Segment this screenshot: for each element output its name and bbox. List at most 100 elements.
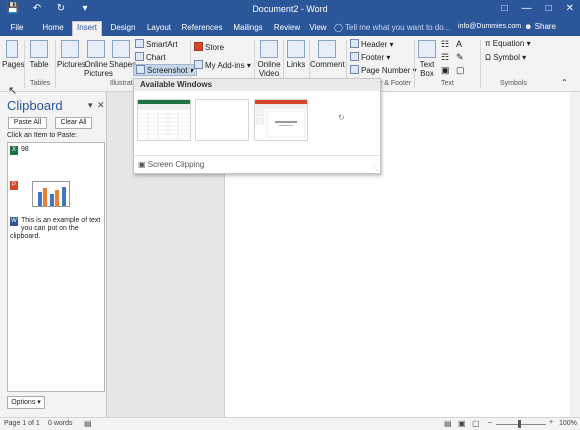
- tab-home[interactable]: Home: [38, 22, 68, 36]
- video-icon: [260, 40, 278, 58]
- store-icon: [194, 42, 203, 51]
- tab-mailings[interactable]: Mailings: [230, 22, 266, 36]
- table-button[interactable]: Table: [27, 40, 51, 69]
- tab-insert[interactable]: Insert: [72, 21, 102, 36]
- tab-references[interactable]: References: [180, 22, 224, 36]
- paste-all-button[interactable]: Paste All: [8, 117, 47, 129]
- zoom-out-icon[interactable]: –: [488, 419, 492, 426]
- drop-cap-icon[interactable]: ☶: [441, 52, 449, 63]
- tab-view[interactable]: View: [306, 22, 330, 36]
- zoom-in-icon[interactable]: +: [549, 419, 553, 426]
- print-layout-icon[interactable]: ▣: [458, 419, 466, 428]
- my-addins-label: My Add-ins: [205, 61, 245, 70]
- zoom-slider-thumb[interactable]: [518, 420, 521, 428]
- web-layout-icon[interactable]: ▢: [472, 419, 480, 428]
- window-thumbnail-excel[interactable]: [137, 99, 191, 141]
- online-video-label-2: Video: [258, 69, 280, 78]
- equation-button[interactable]: π Equation ▾: [485, 39, 531, 48]
- online-video-button[interactable]: Online Video: [256, 40, 282, 78]
- resize-grip-icon[interactable]: ⋱: [372, 165, 378, 172]
- vertical-scrollbar[interactable]: [570, 92, 580, 417]
- tab-review[interactable]: Review: [272, 22, 302, 36]
- screen-clipping-item[interactable]: ▣ Screen Clipping: [138, 160, 204, 169]
- powerpoint-icon: P: [10, 181, 18, 190]
- minimize-icon[interactable]: —: [522, 3, 532, 14]
- chart-button[interactable]: Chart: [135, 52, 166, 62]
- page-count[interactable]: Page 1 of 1: [4, 420, 40, 427]
- screenshot-dropdown: Available Windows ↻ ▣ Screen Clipping ⋱: [133, 78, 381, 174]
- comment-button[interactable]: Comment: [310, 40, 345, 69]
- table-icon: [30, 40, 48, 58]
- tell-me-box[interactable]: ◯ Tell me what you want to do...: [334, 23, 450, 32]
- collapse-ribbon-icon[interactable]: ⌃: [561, 78, 568, 87]
- restore-ribbon-icon[interactable]: □: [502, 3, 508, 14]
- tab-layout[interactable]: Layout: [144, 22, 174, 36]
- read-mode-icon[interactable]: ▤: [444, 419, 452, 428]
- signature-line-icon[interactable]: ✎: [456, 52, 464, 63]
- text-box-icon: [418, 40, 436, 58]
- links-button[interactable]: Links: [285, 40, 307, 69]
- share-button[interactable]: ☻ Share: [524, 22, 556, 31]
- tab-file[interactable]: File: [4, 22, 30, 36]
- clipboard-title: Clipboard: [7, 98, 63, 113]
- pane-options-icon[interactable]: ▾: [88, 100, 93, 111]
- close-icon[interactable]: ✕: [566, 3, 574, 14]
- clipboard-items: X 98 P W This is an example of text you ca…: [7, 142, 105, 392]
- links-label: Links: [286, 60, 306, 69]
- my-addins-button[interactable]: My Add-ins ▾: [194, 60, 251, 70]
- word-count[interactable]: 0 words: [48, 420, 73, 427]
- pages-icon: [6, 40, 18, 58]
- header-button[interactable]: Header ▾: [350, 39, 394, 49]
- wordart-icon[interactable]: A: [456, 39, 462, 49]
- online-pictures-label-2: Pictures: [84, 69, 113, 78]
- clipboard-item[interactable]: X 98: [10, 146, 29, 155]
- clear-all-button[interactable]: Clear All: [55, 117, 92, 129]
- close-pane-icon[interactable]: ✕: [97, 100, 105, 111]
- account-name[interactable]: info@Dummies.com: [458, 23, 521, 30]
- group-separator: [480, 40, 481, 88]
- symbol-button[interactable]: Ω Symbol ▾: [485, 53, 526, 62]
- window-thumbnail-loading[interactable]: ↻: [314, 99, 368, 141]
- group-separator: [55, 40, 56, 88]
- smartart-button[interactable]: SmartArt: [135, 39, 178, 49]
- proofing-icon[interactable]: ▤: [84, 419, 92, 428]
- lightbulb-icon: ◯: [334, 23, 346, 32]
- ribbon-tabs: File Home Insert Design Layout Reference…: [0, 20, 580, 36]
- window-controls: □ — □ ✕: [502, 3, 574, 14]
- shapes-button[interactable]: Shapes: [109, 40, 136, 69]
- object-icon[interactable]: ▢: [456, 65, 465, 76]
- maximize-icon[interactable]: □: [546, 3, 552, 14]
- zoom-level[interactable]: 100%: [559, 420, 577, 427]
- screenshot-button[interactable]: Screenshot ▾: [133, 64, 197, 76]
- link-icon: [287, 40, 305, 58]
- tab-design[interactable]: Design: [106, 22, 140, 36]
- clipboard-item[interactable]: W This is an example of text you can put …: [10, 217, 102, 241]
- pages-button[interactable]: Pages: [2, 40, 25, 69]
- comment-label: Comment: [310, 60, 345, 69]
- footer-button[interactable]: Footer ▾: [350, 52, 390, 62]
- header-footer-group-label: r & Footer: [380, 80, 412, 87]
- clipboard-pane: Clipboard ▾ ✕ Paste All Clear All Click …: [0, 92, 107, 417]
- title-bar: 💾 ↶ ↻ ▾ Document2 - Word □ — □ ✕: [0, 0, 580, 20]
- camera-icon: [136, 65, 145, 74]
- pictures-button[interactable]: Pictures: [57, 40, 86, 69]
- clipboard-item[interactable]: P: [10, 181, 21, 190]
- chart-thumbnail: [32, 181, 70, 207]
- person-icon: ☻: [524, 22, 533, 31]
- page-number-button[interactable]: Page Number ▾: [350, 65, 417, 75]
- dropdown-separator: [134, 155, 380, 156]
- online-pictures-button[interactable]: Online Pictures: [84, 40, 113, 78]
- chart-icon: [135, 52, 144, 61]
- zoom-slider[interactable]: [496, 424, 546, 425]
- share-label: Share: [534, 22, 557, 31]
- window-thumbnail-powerpoint[interactable]: [254, 99, 308, 141]
- online-pictures-icon: [87, 40, 105, 58]
- text-box-button[interactable]: Text Box: [416, 40, 438, 78]
- chevron-down-icon: ▾: [37, 399, 41, 406]
- options-button[interactable]: Options ▾: [7, 396, 45, 409]
- date-time-icon[interactable]: ▣: [441, 65, 450, 76]
- quick-parts-icon[interactable]: ☷: [441, 39, 449, 50]
- store-button[interactable]: Store: [194, 42, 224, 52]
- window-thumbnail-blank[interactable]: [195, 99, 249, 141]
- text-group-label: Text: [441, 80, 454, 87]
